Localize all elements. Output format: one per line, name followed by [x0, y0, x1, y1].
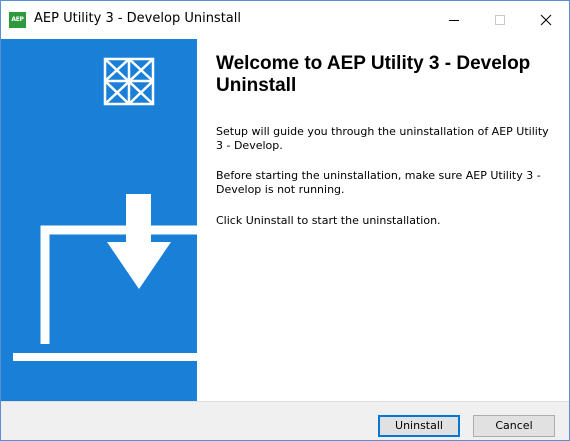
warning-text: Before starting the uninstallation, make… — [216, 169, 541, 196]
page-title: Welcome to AEP Utility 3 - Develop Unins… — [216, 53, 531, 96]
button-bar: Uninstall Cancel — [1, 401, 569, 440]
installer-logo-icon — [103, 57, 155, 106]
minimize-icon — [449, 20, 459, 21]
window-title: AEP Utility 3 - Develop Uninstall — [34, 11, 241, 26]
installer-sidebar — [1, 39, 197, 401]
uninstall-button[interactable]: Uninstall — [378, 415, 460, 437]
maximize-button — [477, 1, 523, 39]
laptop-download-icon — [13, 194, 197, 361]
aep-app-icon: AEP — [9, 12, 26, 28]
title-bar[interactable]: AEP AEP Utility 3 - Develop Uninstall — [1, 1, 569, 39]
welcome-content: Welcome to AEP Utility 3 - Develop Unins… — [197, 39, 569, 401]
close-button[interactable] — [523, 1, 569, 39]
close-icon — [540, 14, 552, 26]
cancel-button[interactable]: Cancel — [473, 415, 555, 437]
intro-text: Setup will guide you through the uninsta… — [216, 125, 549, 152]
minimize-button[interactable] — [431, 1, 477, 39]
maximize-icon — [495, 15, 505, 25]
instruction-text: Click Uninstall to start the uninstallat… — [216, 214, 441, 227]
installer-window: AEP AEP Utility 3 - Develop Uninstall We… — [0, 0, 570, 441]
